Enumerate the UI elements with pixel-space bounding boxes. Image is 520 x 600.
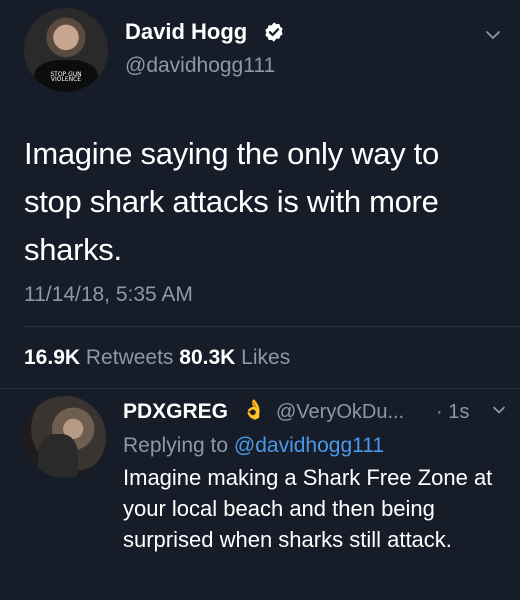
chevron-down-icon[interactable] <box>491 402 507 418</box>
author-display-name[interactable]: David Hogg <box>125 18 247 46</box>
reply-time[interactable]: · 1s <box>436 399 469 425</box>
tweet-timestamp[interactable]: 11/14/18, 5:35 AM <box>24 282 193 308</box>
divider <box>24 326 520 327</box>
reply-text: Imagine making a Shark Free Zone at your… <box>123 465 493 552</box>
reply-handle[interactable]: @VeryOkDu... <box>276 399 404 425</box>
author-handle[interactable]: @davidhogg111 <box>125 53 275 79</box>
ok-hand-emoji: 👌 <box>242 400 266 421</box>
likes-count[interactable]: 80.3K <box>179 346 235 369</box>
avatar[interactable]: STOP GUN VIOLENCE <box>24 8 108 92</box>
verified-badge-icon <box>265 22 283 42</box>
replying-prefix: Replying to <box>123 434 229 457</box>
retweets-count[interactable]: 16.9K <box>24 346 80 369</box>
chevron-down-icon[interactable] <box>484 26 502 44</box>
likes-label[interactable]: Likes <box>241 346 290 369</box>
tweet-text: Imagine saying the only way to stop shar… <box>24 136 439 267</box>
avatar-shirt-text: STOP GUN VIOLENCE <box>50 71 82 83</box>
replying-mention-link[interactable]: @davidhogg111 <box>234 434 384 457</box>
reply-avatar-figure <box>38 434 78 478</box>
retweets-label[interactable]: Retweets <box>86 346 174 369</box>
replying-to: Replying to @davidhogg111 <box>123 432 384 460</box>
divider <box>0 388 520 389</box>
tweet-stats: 16.9K Retweets 80.3K Likes <box>24 344 290 372</box>
reply-avatar[interactable] <box>24 396 106 478</box>
reply-display-name[interactable]: PDXGREG <box>123 398 228 426</box>
